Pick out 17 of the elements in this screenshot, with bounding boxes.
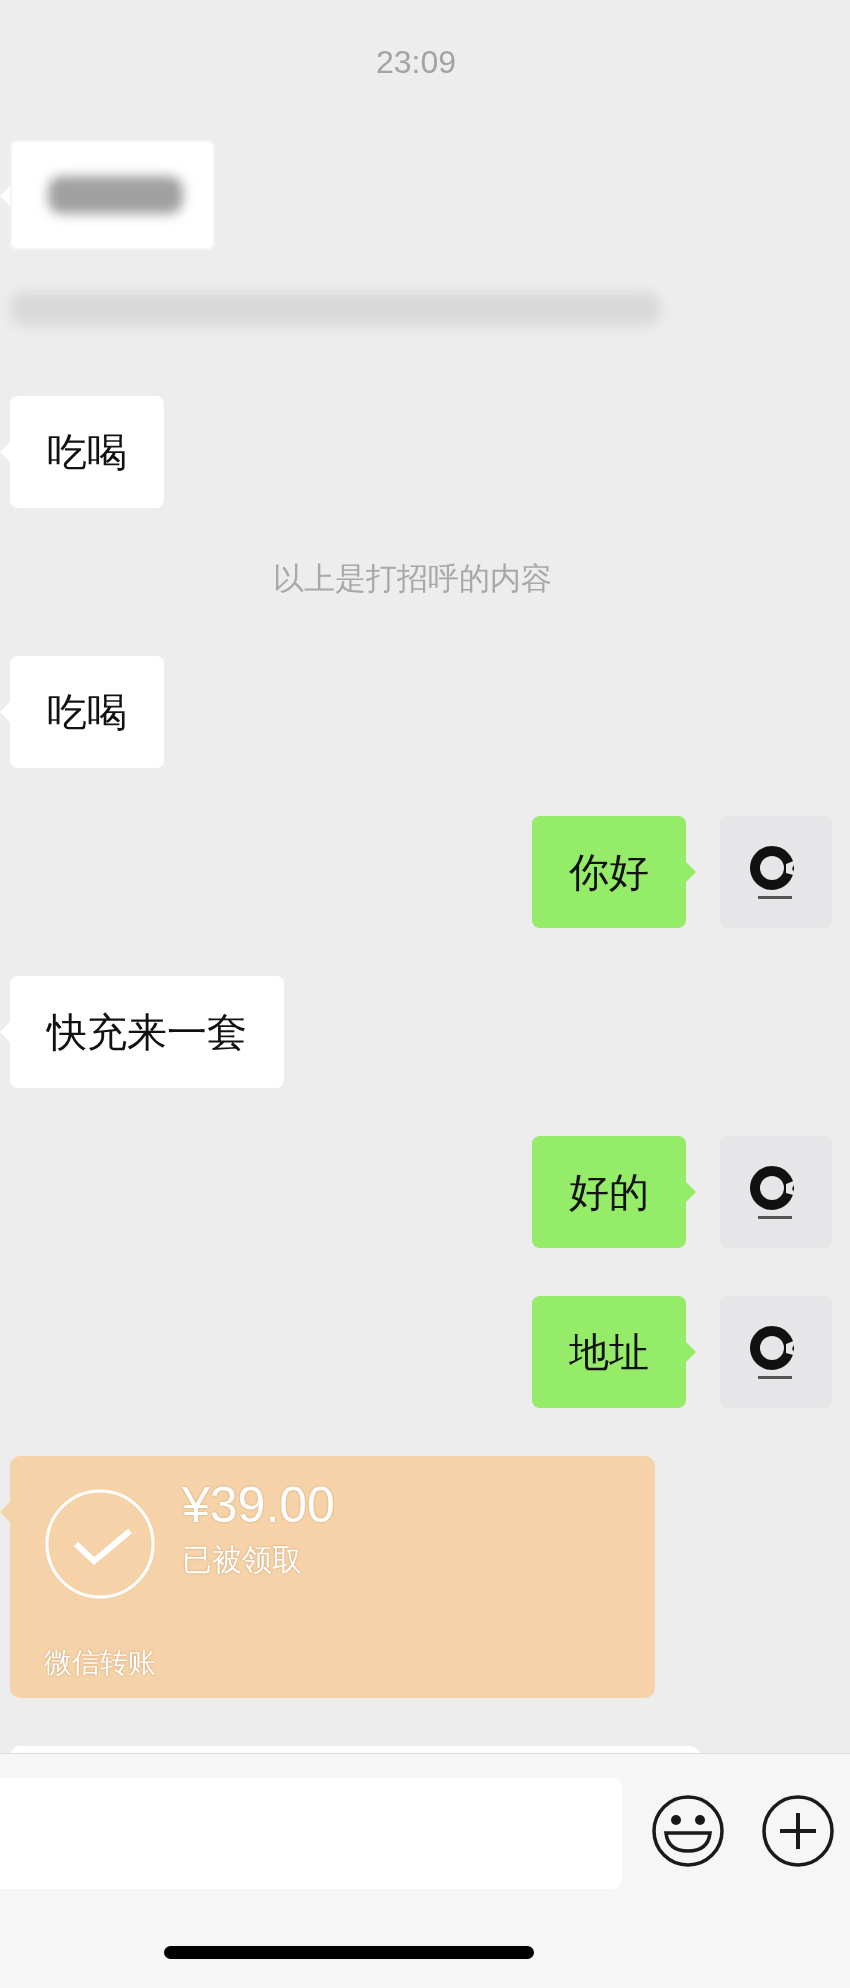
message-bubble: 快充来一套	[0, 976, 284, 1088]
transfer-status: 已被领取	[182, 1541, 303, 1579]
message-bubble: 地址	[532, 1296, 696, 1408]
transfer-amount: ¥39.00	[182, 1476, 335, 1534]
avatar[interactable]	[720, 816, 832, 928]
check-circle-icon	[44, 1488, 156, 1600]
avatar[interactable]	[720, 1136, 832, 1248]
transfer-label: 微信转账	[44, 1645, 157, 1681]
message-bubble: 吃喝	[0, 396, 164, 508]
emoji-icon[interactable]	[651, 1794, 725, 1868]
avatar[interactable]	[720, 1296, 832, 1408]
timestamp: 23:09	[375, 43, 457, 82]
add-icon[interactable]	[761, 1794, 835, 1868]
message-bubble: 好的	[532, 1136, 696, 1248]
message-bubble: 吃喝	[0, 656, 164, 768]
system-notice: 以上是打招呼的内容	[272, 559, 552, 598]
message-bubble: 你好	[532, 816, 696, 928]
